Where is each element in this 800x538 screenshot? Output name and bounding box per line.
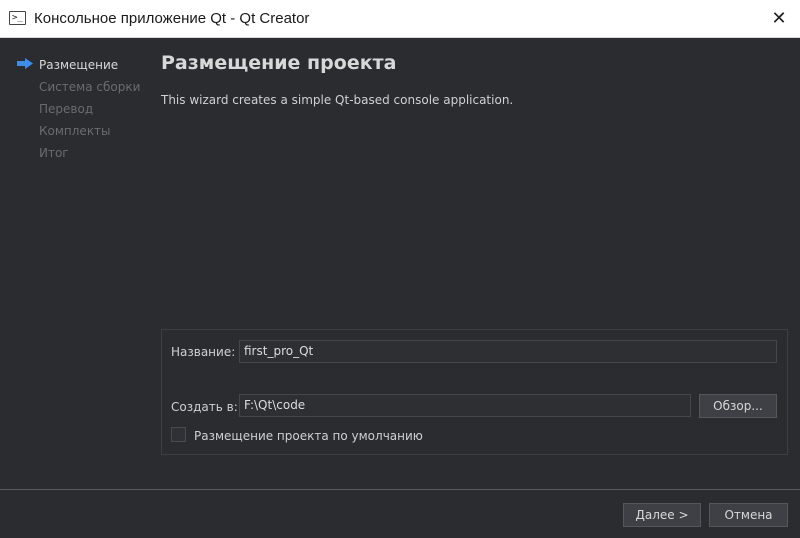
window-title: Консольное приложение Qt - Qt Creator — [34, 10, 310, 27]
nav-step-summary: Итог — [39, 146, 69, 160]
console-app-icon: >_ — [9, 11, 26, 25]
title-bar: >_ Консольное приложение Qt - Qt Creator… — [0, 0, 800, 38]
page-description: This wizard creates a simple Qt-based co… — [161, 93, 514, 107]
location-input[interactable]: F:\Qt\code — [239, 394, 691, 417]
footer-separator — [0, 489, 800, 490]
next-button[interactable]: Далее > — [623, 503, 701, 527]
close-window-button[interactable]: ✕ — [758, 0, 800, 38]
default-location-label[interactable]: Размещение проекта по умолчанию — [194, 429, 423, 443]
project-name-label: Название: — [171, 345, 236, 359]
nav-step-build-system: Система сборки — [39, 80, 141, 94]
nav-step-translation: Перевод — [39, 102, 94, 116]
browse-button[interactable]: Обзор... — [699, 394, 777, 418]
location-label: Создать в: — [171, 400, 238, 414]
wizard-steps-nav: Размещение Система сборки Перевод Компле… — [0, 38, 155, 488]
nav-step-kits: Комплекты — [39, 124, 111, 138]
cancel-button[interactable]: Отмена — [709, 503, 788, 527]
project-name-input[interactable]: first_pro_Qt — [239, 340, 777, 363]
current-step-arrow-icon — [17, 58, 33, 69]
default-location-checkbox[interactable] — [171, 427, 186, 442]
page-title: Размещение проекта — [161, 52, 397, 74]
nav-step-location: Размещение — [39, 58, 119, 72]
